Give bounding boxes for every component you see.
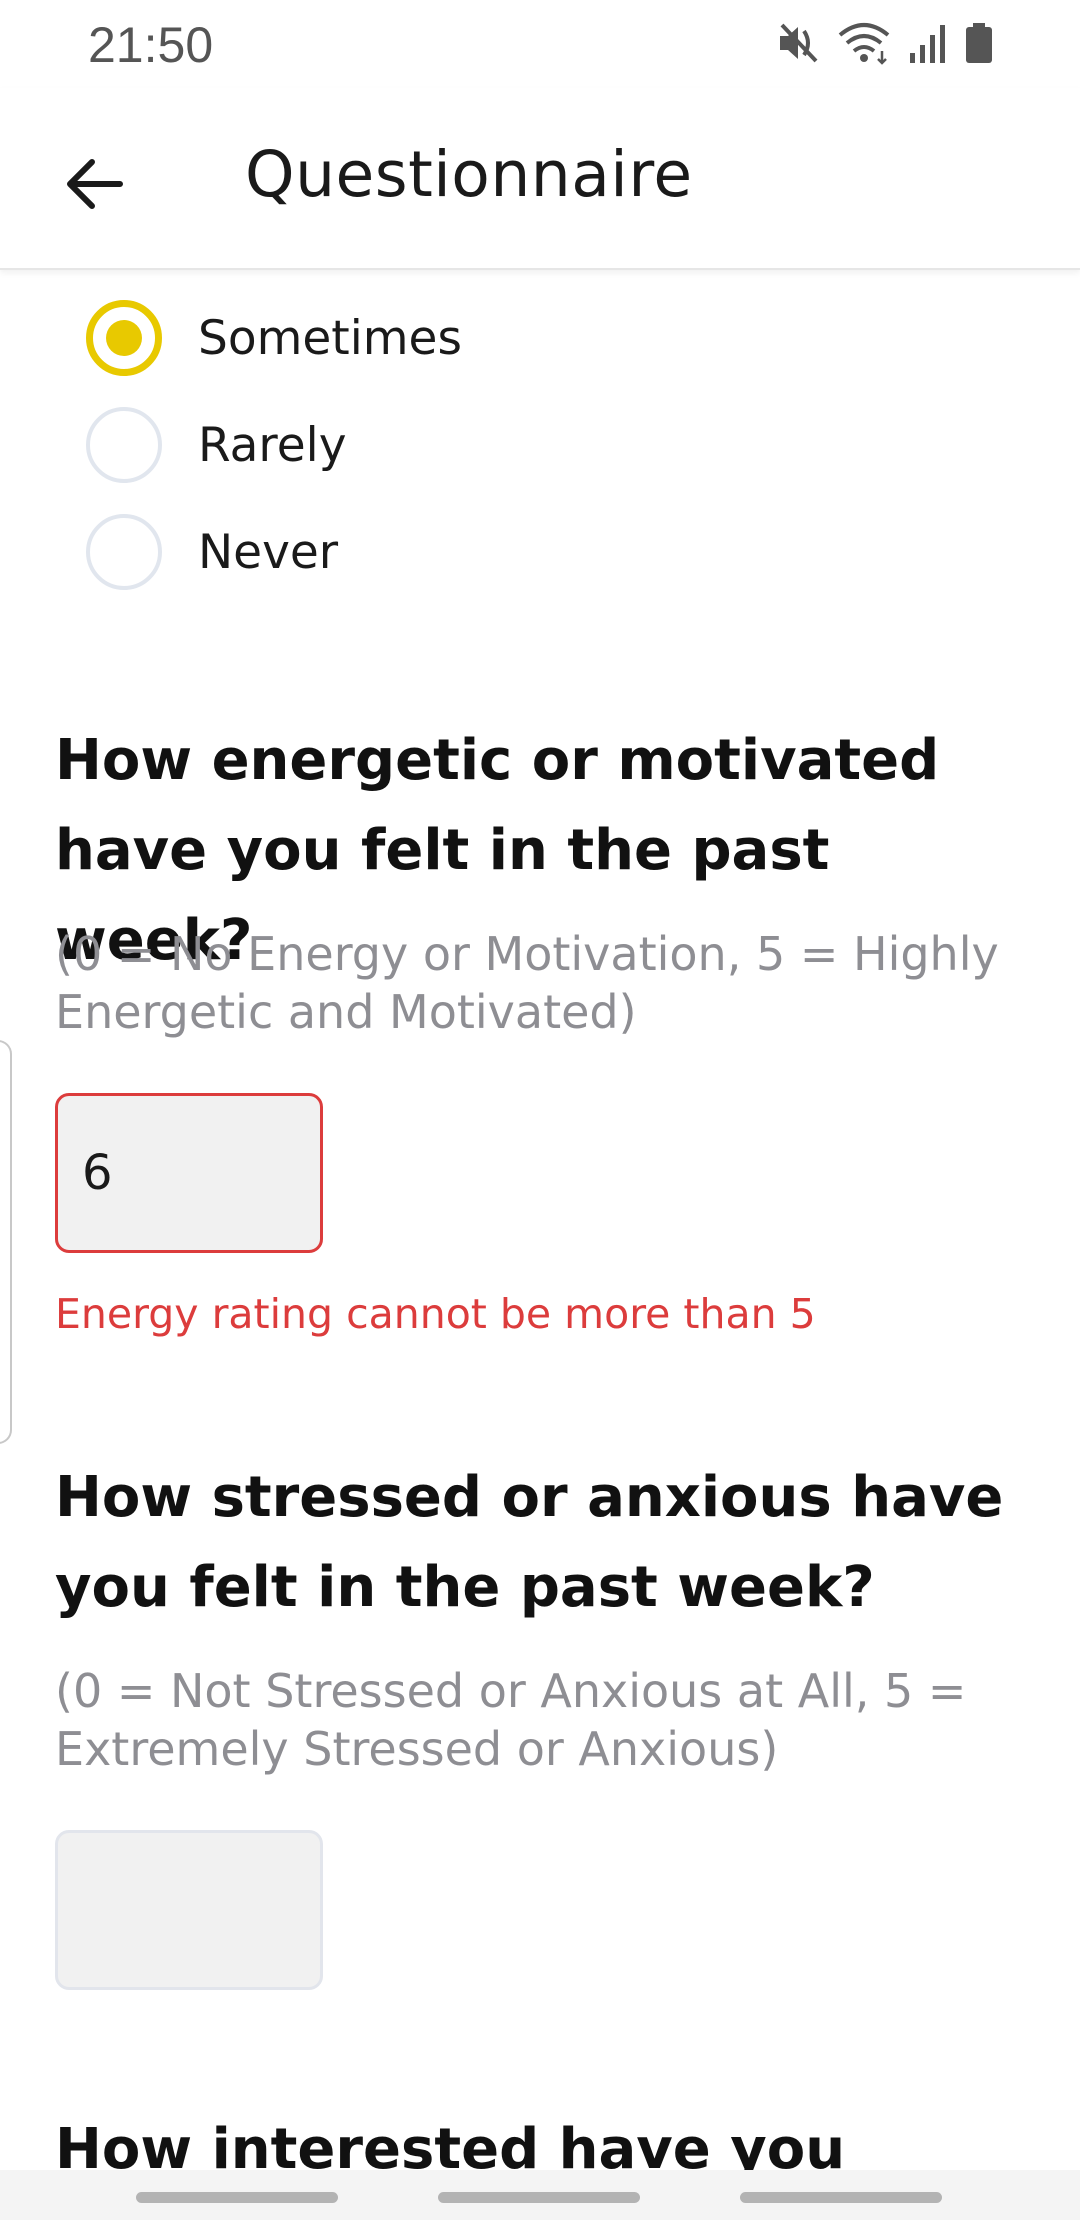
nav-home-button[interactable]	[438, 2192, 640, 2203]
question-hint-stress: (0 = Not Stressed or Anxious at All, 5 =…	[55, 1664, 967, 1776]
arrow-left-icon	[67, 159, 123, 209]
status-bar: 21:50	[0, 0, 1080, 88]
navigation-bar	[0, 2170, 1080, 2220]
signal-icon	[910, 25, 945, 63]
radio-label: Sometimes	[198, 310, 462, 366]
question-title-interest: How interested have you been in	[55, 2117, 846, 2170]
energy-rating-input[interactable]	[55, 1093, 323, 1253]
question-hint-energy: (0 = No Energy or Motivation, 5 = Highly…	[55, 927, 999, 1039]
nav-recents-button[interactable]	[136, 2192, 338, 2203]
radio-label: Never	[198, 524, 339, 580]
questionnaire-content[interactable]: Sometimes Rarely Never How energetic or …	[0, 270, 1080, 2170]
radio-option-never[interactable]: Never	[86, 512, 338, 592]
radio-selected-icon[interactable]	[86, 300, 162, 376]
edge-panel-handle[interactable]	[0, 1040, 12, 1444]
nav-back-button[interactable]	[740, 2192, 942, 2203]
back-button[interactable]	[52, 142, 136, 226]
mute-icon	[780, 23, 818, 63]
page-title: Questionnaire	[245, 138, 693, 211]
status-time: 21:50	[88, 17, 214, 73]
question-title-stress: How stressed or anxious have you felt in…	[55, 1465, 1004, 1620]
radio-option-sometimes[interactable]: Sometimes	[86, 298, 462, 378]
app-bar: Questionnaire	[0, 88, 1080, 270]
radio-unselected-icon[interactable]	[86, 514, 162, 590]
energy-error-message: Energy rating cannot be more than 5	[55, 1290, 816, 1338]
radio-label: Rarely	[198, 417, 347, 473]
stress-rating-input[interactable]	[55, 1830, 323, 1990]
status-icons	[776, 18, 994, 68]
wifi-icon	[838, 23, 890, 65]
battery-icon	[966, 23, 992, 63]
radio-option-rarely[interactable]: Rarely	[86, 405, 347, 485]
radio-unselected-icon[interactable]	[86, 407, 162, 483]
